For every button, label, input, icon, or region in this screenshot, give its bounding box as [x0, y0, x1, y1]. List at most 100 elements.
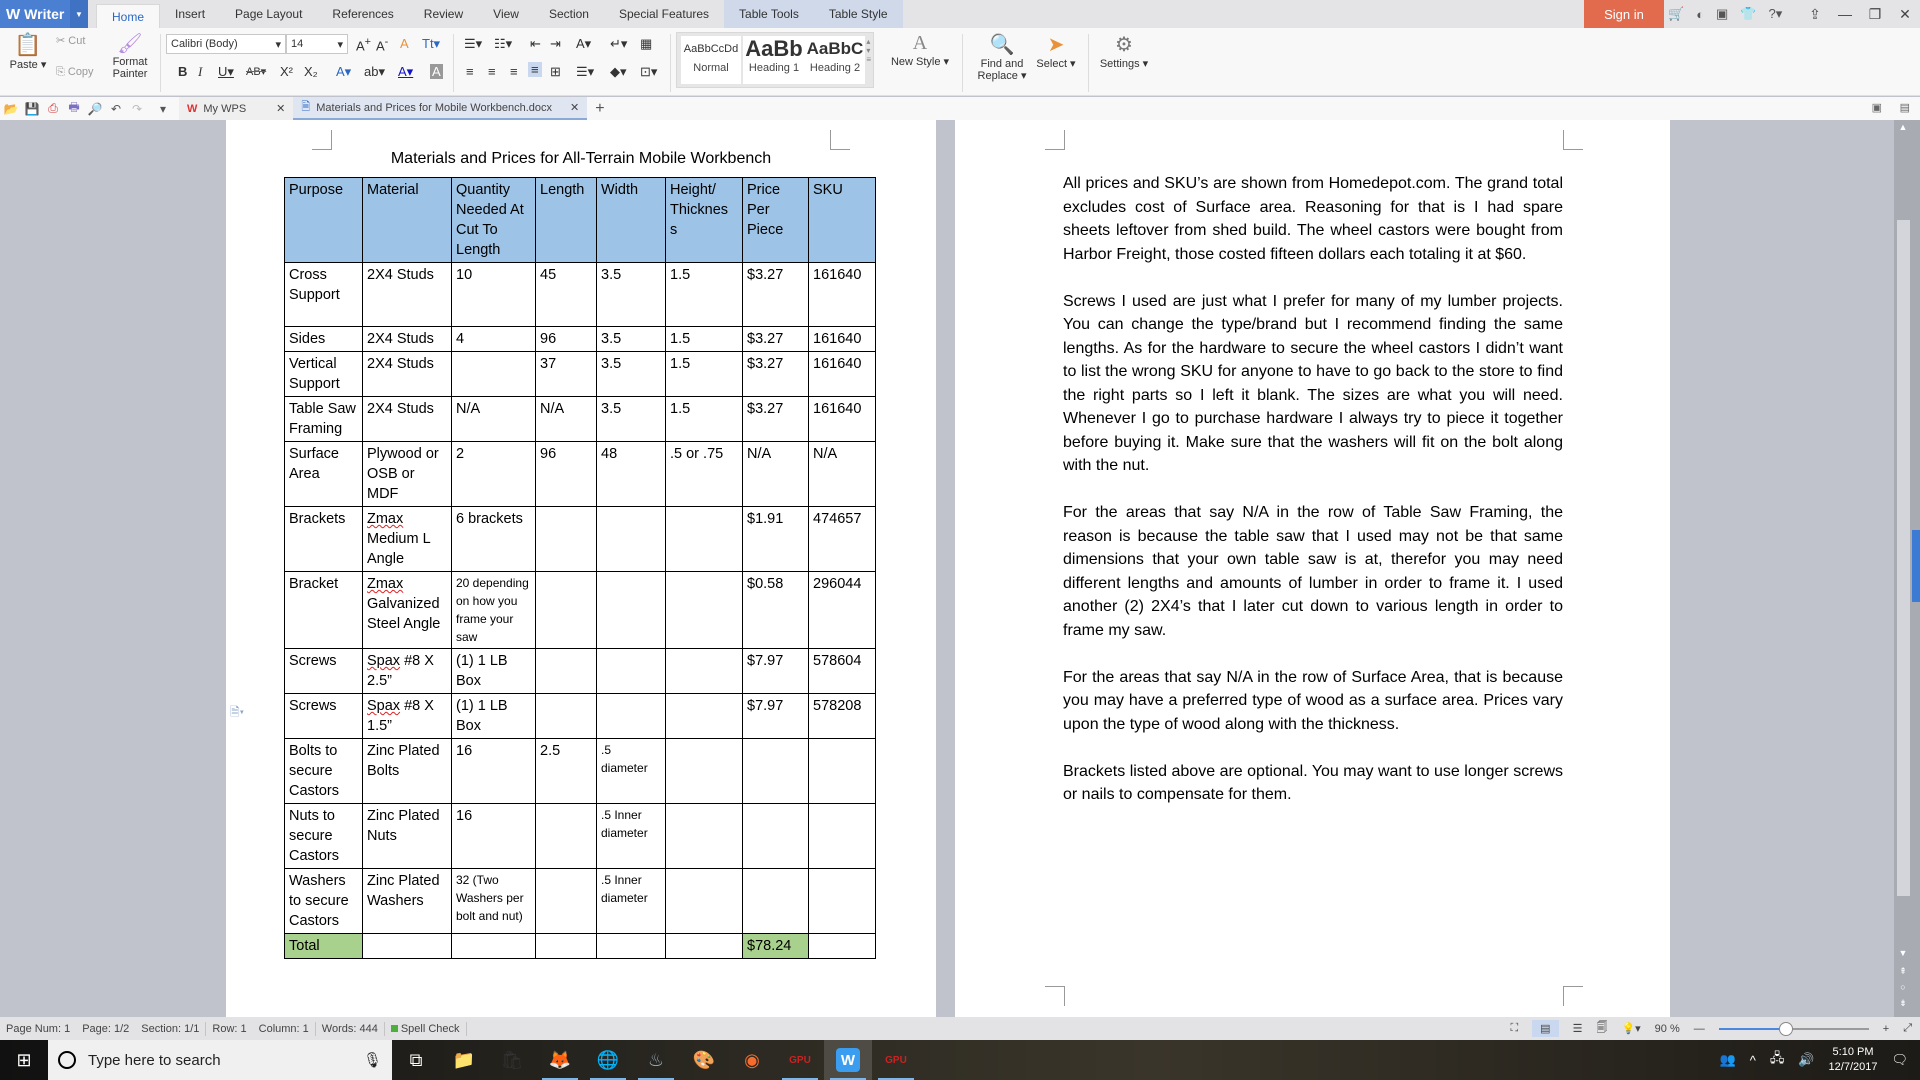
table-cell[interactable]: $0.58: [742, 571, 809, 649]
table-cell[interactable]: 4: [451, 326, 536, 352]
paragraph-marks-icon[interactable]: ↵▾: [610, 36, 627, 52]
table-cell[interactable]: 48: [596, 441, 666, 507]
table-cell[interactable]: .5 diameter: [596, 738, 666, 804]
table-cell[interactable]: [808, 868, 876, 934]
table-cell[interactable]: [535, 571, 597, 649]
table-cell[interactable]: [665, 648, 743, 694]
table-cell[interactable]: $7.97: [742, 693, 809, 739]
format-painter-button[interactable]: 🖌 Format Painter: [110, 32, 150, 80]
align-left-icon[interactable]: ≡: [466, 64, 474, 79]
table-cell[interactable]: 45: [535, 262, 597, 327]
table-cell[interactable]: 1.5: [665, 326, 743, 352]
table-cell[interactable]: 10: [451, 262, 536, 327]
table-cell[interactable]: .5 or .75: [665, 441, 743, 507]
table-cell[interactable]: [451, 351, 536, 397]
new-style-button[interactable]: A New Style ▾: [890, 32, 950, 68]
microphone-icon[interactable]: 🎙: [363, 1051, 382, 1069]
shirt-icon[interactable]: 👕: [1740, 6, 1756, 22]
table-cell[interactable]: 3.5: [596, 351, 666, 397]
change-case-icon[interactable]: A▾: [576, 36, 591, 52]
scrollbar-thumb[interactable]: [1897, 220, 1910, 896]
tab-page-layout[interactable]: Page Layout: [220, 0, 317, 28]
action-center-icon[interactable]: 🗨: [1891, 1052, 1908, 1068]
text-outline-icon[interactable]: A▾: [336, 64, 351, 80]
table-cell[interactable]: .5 Inner diameter: [596, 868, 666, 934]
table-cell[interactable]: 474657: [808, 506, 876, 572]
spelling-error[interactable]: Spax: [367, 698, 400, 714]
table-cell[interactable]: Table Saw Framing: [284, 396, 363, 442]
table-cell[interactable]: 1.5: [665, 396, 743, 442]
table-cell[interactable]: [535, 506, 597, 572]
superscript-icon[interactable]: X²: [280, 64, 293, 79]
tab-table-style[interactable]: Table Style: [813, 0, 903, 28]
table-cell[interactable]: $1.91: [742, 506, 809, 572]
subscript-icon[interactable]: X₂: [304, 64, 318, 79]
task-view-icon[interactable]: ⧉: [392, 1040, 440, 1080]
gpu-tweak-icon[interactable]: GPU: [776, 1040, 824, 1080]
show-hidden-icons[interactable]: ^: [1750, 1053, 1756, 1068]
print-preview-icon[interactable]: 🔎: [85, 102, 105, 116]
table-cell[interactable]: $3.27: [742, 351, 809, 397]
gpu-tweak-2-icon[interactable]: GPU: [872, 1040, 920, 1080]
table-cell[interactable]: 2.5: [535, 738, 597, 804]
font-name-select[interactable]: Calibri (Body) ▾: [166, 34, 286, 54]
table-cell[interactable]: [742, 738, 809, 804]
table-cell[interactable]: 2X4 Studs: [362, 262, 452, 327]
table-cell[interactable]: Spax #8 X 1.5”: [362, 693, 452, 739]
column-header[interactable]: Price Per Piece: [742, 177, 809, 263]
table-cell[interactable]: Vertical Support: [284, 351, 363, 397]
table-cell[interactable]: (1) 1 LB Box: [451, 648, 536, 694]
previous-page-icon[interactable]: ⇞: [1894, 966, 1912, 977]
table-cell[interactable]: 161640: [808, 351, 876, 397]
table-cell[interactable]: [742, 868, 809, 934]
table-cell[interactable]: Spax #8 X 2.5”: [362, 648, 452, 694]
table-cell[interactable]: Zmax Galvanized Steel Angle: [362, 571, 452, 649]
tab-menu-icon[interactable]: ▤: [1900, 101, 1910, 114]
table-cell[interactable]: 2X4 Studs: [362, 351, 452, 397]
table-cell[interactable]: [808, 933, 876, 959]
settings-button[interactable]: ⚙ Settings ▾: [1096, 32, 1152, 70]
clear-format-icon[interactable]: A: [400, 36, 409, 51]
spelling-error[interactable]: Zmax: [367, 576, 403, 592]
align-center-icon[interactable]: ≡: [488, 64, 496, 79]
steam-icon[interactable]: ♨: [632, 1040, 680, 1080]
zoom-in-button[interactable]: +: [1883, 1023, 1889, 1035]
table-cell[interactable]: Washers to secure Castors: [284, 868, 363, 934]
copy-button[interactable]: ⎘ Copy: [56, 66, 94, 79]
undo-icon[interactable]: ↶: [106, 102, 126, 116]
table-cell[interactable]: [535, 803, 597, 869]
table-cell[interactable]: N/A: [535, 396, 597, 442]
skin-icon[interactable]: ◐: [1696, 7, 1704, 22]
fullscreen-view-icon[interactable]: ⛶: [1510, 1022, 1518, 1035]
origin-icon[interactable]: ◉: [728, 1040, 776, 1080]
select-button[interactable]: ➤ Select ▾: [1034, 32, 1078, 70]
tab-section[interactable]: Section: [534, 0, 604, 28]
table-cell[interactable]: 32 (Two Washers per bolt and nut): [451, 868, 536, 934]
print-icon[interactable]: 🖶: [64, 98, 84, 119]
redo-icon[interactable]: ↷: [127, 102, 147, 116]
table-cell[interactable]: 2X4 Studs: [362, 326, 452, 352]
table-cell[interactable]: [665, 738, 743, 804]
table-cell[interactable]: 3.5: [596, 262, 666, 327]
table-cell[interactable]: [665, 571, 743, 649]
close-button[interactable]: ✕: [1890, 6, 1920, 23]
highlight-icon[interactable]: ab▾: [364, 64, 385, 80]
select-browse-object-icon[interactable]: ○: [1894, 982, 1912, 992]
text-effects-icon[interactable]: Tt▾: [422, 36, 440, 52]
table-cell[interactable]: 1.5: [665, 351, 743, 397]
table-cell[interactable]: 161640: [808, 262, 876, 327]
outline-view-icon[interactable]: ☰: [1573, 1022, 1583, 1035]
spelling-error[interactable]: Spax: [367, 653, 400, 669]
zoom-slider-knob[interactable]: [1779, 1021, 1794, 1036]
table-cell[interactable]: [535, 933, 597, 959]
zoom-slider[interactable]: [1718, 1021, 1869, 1036]
style-heading-1[interactable]: AaBb Heading 1: [743, 36, 805, 84]
font-size-select[interactable]: 14 ▾: [286, 34, 348, 54]
table-cell[interactable]: Total: [284, 933, 363, 959]
table-cell[interactable]: 1.5: [665, 262, 743, 327]
table-cell[interactable]: 3.5: [596, 326, 666, 352]
table-cell[interactable]: Brackets: [284, 506, 363, 572]
table-cell[interactable]: N/A: [451, 396, 536, 442]
style-heading-2[interactable]: AaBbC Heading 2: [805, 36, 865, 84]
zoom-out-button[interactable]: —: [1694, 1023, 1705, 1035]
